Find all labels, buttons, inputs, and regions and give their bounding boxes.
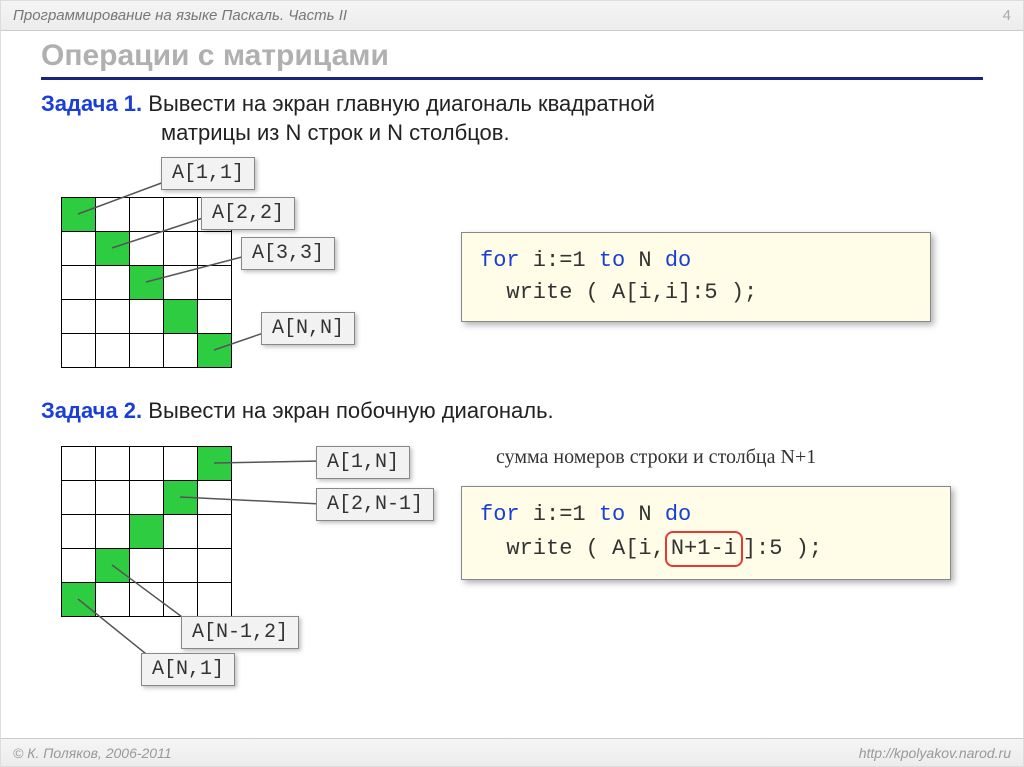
callout-a33: A[3,3]	[241, 237, 335, 270]
header-subtitle: Программирование на языке Паскаль. Часть…	[13, 7, 347, 24]
footer-url: http://kpolyakov.narod.ru	[859, 745, 1011, 761]
slide-title: Операции с матрицами	[1, 31, 1023, 77]
footer-author: © К. Поляков, 2006-2011	[13, 745, 172, 761]
callout-a11: A[1,1]	[161, 157, 255, 190]
title-underline	[41, 77, 983, 80]
task1-text: Задача 1. Вывести на экран главную диаго…	[41, 90, 983, 147]
page-number: 4	[1003, 7, 1011, 24]
slide-header: Программирование на языке Паскаль. Часть…	[1, 1, 1023, 31]
task2-text: Задача 2. Вывести на экран побочную диаг…	[41, 397, 983, 426]
task2-label: Задача 2.	[41, 398, 142, 423]
callout-a2n1: A[2,N-1]	[316, 488, 434, 521]
highlight-formula: N+1-i	[665, 531, 743, 567]
task1-label: Задача 1.	[41, 91, 142, 116]
slide-footer: © К. Поляков, 2006-2011 http://kpolyakov…	[1, 738, 1023, 766]
code-task1: for i:=1 to N do write ( A[i,i]:5 );	[461, 232, 931, 322]
task2-line1: Вывести на экран побочную диагональ.	[148, 398, 553, 423]
callout-a22: A[2,2]	[201, 197, 295, 230]
callout-an12: A[N-1,2]	[181, 616, 299, 649]
task1-line2: матрицы из N строк и N столбцов.	[41, 119, 983, 148]
task1-line1: Вывести на экран главную диагональ квадр…	[148, 91, 655, 116]
matrix-anti-diagonal	[61, 446, 232, 617]
task2-note: сумма номеров строки и столбца N+1	[496, 446, 816, 469]
callout-ann: A[N,N]	[261, 312, 355, 345]
callout-a1n: A[1,N]	[316, 446, 410, 479]
code-task2: for i:=1 to N do write ( A[i,N+1-i]:5 );	[461, 486, 951, 580]
callout-an1: A[N,1]	[141, 653, 235, 686]
